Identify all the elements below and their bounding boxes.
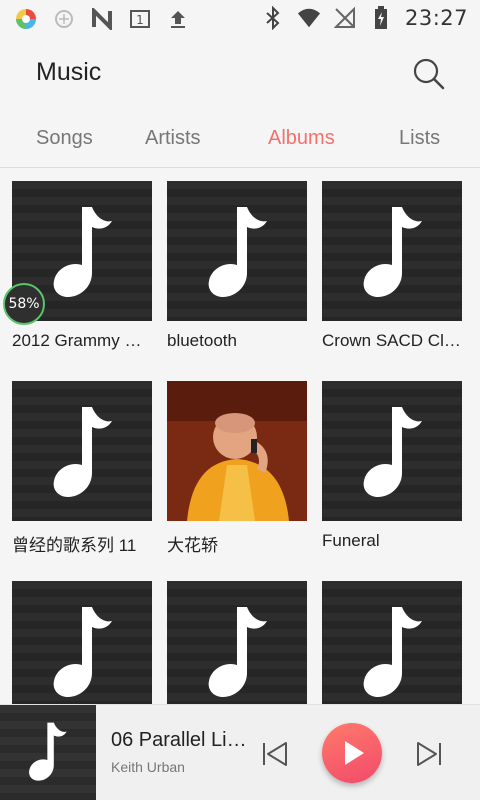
album-cover	[167, 181, 307, 321]
album-name: 曾经的歌系列 11	[12, 536, 137, 555]
play-button[interactable]	[322, 723, 382, 783]
battery-charging-icon	[369, 6, 393, 30]
singer-photo	[167, 381, 307, 521]
album-item[interactable]: Crown SACD Classical	[322, 181, 462, 351]
music-note-icon	[29, 722, 67, 781]
album-grid: 2012 Grammy Nominees bluetooth Crown SAC…	[0, 169, 480, 704]
album-cover	[167, 581, 307, 704]
skip-previous-icon	[263, 742, 287, 766]
music-note-icon	[53, 207, 112, 297]
album-name: Funeral	[322, 531, 380, 550]
album-item[interactable]	[167, 581, 307, 704]
upload-icon	[166, 7, 190, 31]
notification-1-icon: 1	[128, 7, 152, 31]
music-note-icon	[363, 207, 422, 297]
bluetooth-icon	[261, 6, 285, 30]
tab-albums[interactable]: Albums	[268, 127, 335, 150]
album-cover	[12, 581, 152, 704]
wifi-icon	[297, 6, 321, 30]
track-title: 06 Parallel Lines	[111, 729, 249, 751]
next-button[interactable]	[412, 737, 446, 771]
album-item[interactable]: 曾经的歌系列 11	[12, 381, 152, 556]
album-cover-photo	[167, 381, 307, 521]
tab-bar: Songs Artists Albums Lists	[0, 110, 480, 168]
tab-lists[interactable]: Lists	[399, 127, 440, 150]
skip-next-icon	[417, 742, 441, 766]
n-icon	[90, 7, 114, 31]
sync-icon	[52, 7, 76, 31]
album-name: 大花轿	[167, 536, 218, 555]
album-name: bluetooth	[167, 331, 237, 350]
album-item[interactable]: 大花轿	[167, 381, 307, 556]
now-playing-cover[interactable]	[0, 705, 96, 800]
app-colorful-icon	[14, 7, 38, 31]
album-name: Crown SACD Classical	[322, 331, 462, 350]
album-item[interactable]: 2012 Grammy Nominees	[12, 181, 152, 351]
album-cover	[322, 381, 462, 521]
music-note-icon	[363, 407, 422, 497]
album-cover	[322, 581, 462, 704]
page-title: Music	[36, 58, 102, 86]
notification-count: 1	[136, 13, 144, 27]
music-note-icon	[208, 607, 267, 697]
no-sim-icon	[333, 6, 357, 30]
music-note-icon	[363, 607, 422, 697]
floating-progress-badge[interactable]: 58%	[3, 283, 45, 325]
music-note-icon	[53, 407, 112, 497]
search-button[interactable]	[411, 56, 447, 92]
search-icon	[413, 58, 445, 90]
tab-songs[interactable]: Songs	[36, 127, 93, 150]
album-cover	[12, 381, 152, 521]
now-playing-bar[interactable]: 06 Parallel Lines Keith Urban	[0, 704, 480, 800]
album-item[interactable]	[322, 581, 462, 704]
album-item[interactable]: Funeral	[322, 381, 462, 551]
clock: 23:27	[404, 6, 468, 30]
track-artist: Keith Urban	[111, 759, 185, 775]
play-icon	[345, 741, 364, 765]
album-item[interactable]: bluetooth	[167, 181, 307, 351]
music-note-icon	[208, 207, 267, 297]
music-note-icon	[53, 607, 112, 697]
previous-button[interactable]	[258, 737, 292, 771]
album-cover	[322, 181, 462, 321]
album-name: 2012 Grammy Nominees	[12, 331, 152, 350]
status-bar: 1 23:27	[0, 0, 480, 38]
app-header: Music	[0, 38, 480, 110]
album-item[interactable]	[12, 581, 152, 704]
tab-artists[interactable]: Artists	[145, 127, 201, 150]
